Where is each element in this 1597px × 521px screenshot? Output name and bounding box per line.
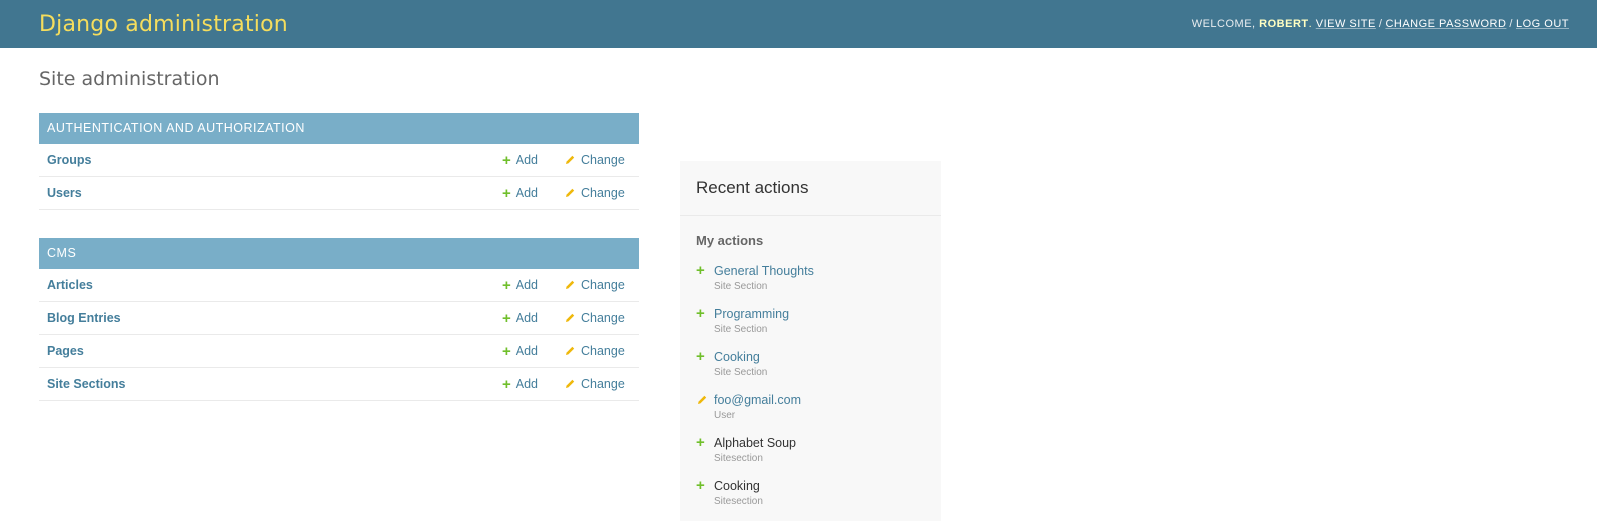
module-caption[interactable]: CMS <box>39 238 639 269</box>
pencil-icon <box>566 155 575 164</box>
add-link-articles[interactable]: + Add <box>502 278 538 293</box>
plus-icon: + <box>502 309 511 327</box>
recent-action-item: + Cooking Sitesection <box>680 478 941 521</box>
pencil-icon <box>698 395 707 404</box>
model-row-site-sections: Site Sections + Add Change <box>39 368 639 401</box>
model-row-pages: Pages + Add Change <box>39 335 639 368</box>
change-link-groups[interactable]: Change <box>564 153 625 167</box>
recent-action-type: Site Section <box>714 367 768 378</box>
recent-actions-title: Recent actions <box>680 161 941 216</box>
recent-action-item: + General Thoughts Site Section <box>680 263 941 306</box>
add-link-pages[interactable]: + Add <box>502 344 538 359</box>
recent-action-type: Sitesection <box>714 496 763 507</box>
model-link-blog-entries[interactable]: Blog Entries <box>39 311 639 325</box>
view-site-link[interactable]: View site <box>1316 18 1376 30</box>
plus-icon: + <box>502 184 511 202</box>
change-link-articles[interactable]: Change <box>564 278 625 292</box>
recent-action-type: Sitesection <box>714 453 763 464</box>
model-link-users[interactable]: Users <box>39 186 639 200</box>
change-link-users[interactable]: Change <box>564 186 625 200</box>
change-link-pages[interactable]: Change <box>564 344 625 358</box>
pencil-icon <box>566 379 575 388</box>
model-row-users: Users + Add Change <box>39 177 639 210</box>
plus-icon: + <box>502 375 511 393</box>
plus-icon: + <box>696 348 705 365</box>
recent-action-type: User <box>714 410 736 421</box>
recent-action-type: Site Section <box>714 324 768 335</box>
pencil-icon <box>566 280 575 289</box>
plus-icon: + <box>502 276 511 294</box>
welcome-text: Welcome, <box>1191 18 1256 30</box>
header: Django administration Welcome, Robert. V… <box>0 0 1597 48</box>
pencil-icon <box>566 188 575 197</box>
app-module-auth: Authentication and Authorization Groups … <box>39 113 639 210</box>
recent-action-link[interactable]: Programming <box>714 306 941 322</box>
model-row-blog-entries: Blog Entries + Add Change <box>39 302 639 335</box>
recent-action-link[interactable]: foo@gmail.com <box>714 392 941 408</box>
plus-icon: + <box>502 342 511 360</box>
model-link-site-sections[interactable]: Site Sections <box>39 377 639 391</box>
module-caption[interactable]: Authentication and Authorization <box>39 113 639 144</box>
add-link-groups[interactable]: + Add <box>502 153 538 168</box>
add-link-blog-entries[interactable]: + Add <box>502 311 538 326</box>
model-row-articles: Articles + Add Change <box>39 269 639 302</box>
model-link-pages[interactable]: Pages <box>39 344 639 358</box>
plus-icon: + <box>696 477 705 494</box>
plus-icon: + <box>502 151 511 169</box>
recent-actions-panel: Recent actions My actions + General Thou… <box>680 161 941 521</box>
recent-action-name: Alphabet Soup <box>714 436 797 450</box>
plus-icon: + <box>696 434 705 451</box>
recent-action-item: + Alphabet Soup Sitesection <box>680 435 941 478</box>
recent-action-link[interactable]: General Thoughts <box>714 263 941 279</box>
model-link-articles[interactable]: Articles <box>39 278 639 292</box>
model-link-groups[interactable]: Groups <box>39 153 639 167</box>
add-link-users[interactable]: + Add <box>502 186 538 201</box>
user-tools: Welcome, Robert. View site / Change passwo… <box>1191 18 1569 30</box>
my-actions-heading: My actions <box>696 233 764 248</box>
plus-icon: + <box>696 262 705 279</box>
pencil-icon <box>566 346 575 355</box>
recent-action-item: + Programming Site Section <box>680 306 941 349</box>
app-module-cms: CMS Articles + Add Change Blog Entries + A… <box>39 238 639 401</box>
change-link-site-sections[interactable]: Change <box>564 377 625 391</box>
username: Robert <box>1259 18 1309 30</box>
recent-action-type: Site Section <box>714 281 768 292</box>
site-branding[interactable]: Django administration <box>39 12 288 37</box>
model-row-groups: Groups + Add Change <box>39 144 639 177</box>
log-out-link[interactable]: Log out <box>1516 18 1569 30</box>
plus-icon: + <box>696 305 705 322</box>
recent-action-item: foo@gmail.com User <box>680 392 941 435</box>
recent-action-name: Cooking <box>714 479 760 493</box>
change-password-link[interactable]: Change password <box>1385 18 1506 30</box>
change-link-blog-entries[interactable]: Change <box>564 311 625 325</box>
page-title: Site administration <box>39 68 220 90</box>
recent-action-link[interactable]: Cooking <box>714 349 941 365</box>
recent-action-item: + Cooking Site Section <box>680 349 941 392</box>
add-link-site-sections[interactable]: + Add <box>502 377 538 392</box>
pencil-icon <box>566 313 575 322</box>
